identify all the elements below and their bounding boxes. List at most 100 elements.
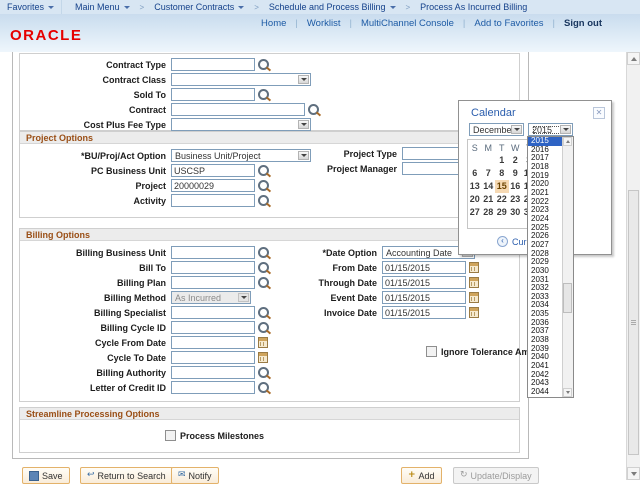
calendar-icon[interactable] bbox=[469, 277, 479, 288]
chevron-down-icon[interactable] bbox=[560, 125, 571, 134]
cycle-to-date-field[interactable] bbox=[171, 351, 255, 364]
calendar-day[interactable]: 9 bbox=[509, 167, 523, 180]
header-link-2[interactable]: MultiChannel Console bbox=[361, 18, 454, 29]
chevron-down-icon bbox=[124, 6, 130, 9]
calendar-day[interactable]: 15 bbox=[495, 180, 509, 193]
update-display-button[interactable]: ↻ Update/Display bbox=[453, 467, 539, 484]
sold-to-field[interactable] bbox=[171, 88, 255, 101]
invoice-date-field[interactable] bbox=[382, 306, 466, 319]
process-milestones-checkbox[interactable] bbox=[165, 430, 176, 441]
sign-out-link[interactable]: Sign out bbox=[564, 18, 602, 29]
lookup-icon[interactable] bbox=[308, 104, 319, 115]
form-row: Billing Authority bbox=[20, 365, 519, 380]
month-select[interactable]: December bbox=[469, 123, 524, 136]
lookup-icon[interactable] bbox=[258, 89, 269, 100]
save-button[interactable]: Save bbox=[22, 467, 70, 484]
ignore-tolerance-checkbox[interactable] bbox=[426, 346, 437, 357]
scrollbar-thumb[interactable] bbox=[628, 190, 639, 455]
billing-authority-field[interactable] bbox=[171, 366, 255, 379]
lookup-icon[interactable] bbox=[258, 322, 269, 333]
year-option[interactable]: 2044 bbox=[528, 388, 563, 397]
scroll-up-button[interactable] bbox=[627, 52, 640, 65]
lookup-icon[interactable] bbox=[258, 307, 269, 318]
calendar-day[interactable]: 20 bbox=[468, 193, 482, 206]
return-to-search-button[interactable]: ↩ Return to Search bbox=[80, 467, 173, 484]
notify-button[interactable]: ✉ Notify bbox=[171, 467, 219, 484]
lookup-icon[interactable] bbox=[258, 59, 269, 70]
cost-plus-fee-type-select[interactable] bbox=[171, 118, 311, 131]
letter-of-credit-id-field[interactable] bbox=[171, 381, 255, 394]
calendar-day[interactable]: 1 bbox=[495, 154, 509, 167]
year-scrollbar-thumb[interactable] bbox=[563, 283, 572, 313]
lookup-icon[interactable] bbox=[258, 367, 269, 378]
calendar-day[interactable]: 8 bbox=[495, 167, 509, 180]
lookup-icon[interactable] bbox=[258, 262, 269, 273]
calendar-day[interactable]: 16 bbox=[509, 180, 523, 193]
calendar-icon[interactable] bbox=[469, 262, 479, 273]
calendar-day[interactable]: 30 bbox=[509, 206, 523, 219]
event-date-field[interactable] bbox=[382, 291, 466, 304]
lookup-icon[interactable] bbox=[258, 277, 269, 288]
calendar-day[interactable]: 6 bbox=[468, 167, 482, 180]
pc-business-unit-field[interactable] bbox=[171, 164, 255, 177]
lookup-icon[interactable] bbox=[258, 180, 269, 191]
vertical-scrollbar[interactable] bbox=[626, 52, 640, 480]
lookup-icon[interactable] bbox=[258, 247, 269, 258]
calendar-day[interactable]: 13 bbox=[468, 180, 482, 193]
year-select[interactable]: 2015 bbox=[528, 123, 573, 136]
year-list-scrollbar[interactable] bbox=[562, 137, 573, 397]
bill-to-field[interactable] bbox=[171, 261, 255, 274]
field-label: Invoice Date bbox=[300, 308, 380, 318]
field-label: Billing Business Unit bbox=[20, 248, 169, 258]
contract-field[interactable] bbox=[171, 103, 305, 116]
calendar-day[interactable]: 2 bbox=[509, 154, 523, 167]
calendar-day[interactable]: 23 bbox=[509, 193, 523, 206]
year-scroll-up-button[interactable] bbox=[563, 137, 572, 146]
project-field[interactable] bbox=[171, 179, 255, 192]
calendar-day[interactable]: 28 bbox=[482, 206, 496, 219]
calendar-day[interactable]: 27 bbox=[468, 206, 482, 219]
billing-plan-field[interactable] bbox=[171, 276, 255, 289]
lookup-icon[interactable] bbox=[258, 195, 269, 206]
header-link-3[interactable]: Add to Favorites bbox=[474, 18, 543, 29]
header-link-0[interactable]: Home bbox=[261, 18, 286, 29]
calendar-icon[interactable] bbox=[258, 352, 268, 363]
through-date-field[interactable] bbox=[382, 276, 466, 289]
chevron-down-icon[interactable] bbox=[511, 125, 522, 134]
chevron-down-icon[interactable] bbox=[298, 75, 309, 84]
header-link-1[interactable]: Worklist bbox=[307, 18, 341, 29]
calendar-icon[interactable] bbox=[469, 307, 479, 318]
page-header: ORACLE Home|Worklist|MultiChannel Consol… bbox=[0, 14, 640, 52]
chevron-down-icon[interactable] bbox=[298, 120, 309, 129]
from-date-field[interactable] bbox=[382, 261, 466, 274]
calendar-icon[interactable] bbox=[469, 292, 479, 303]
year-scroll-down-button[interactable] bbox=[563, 388, 572, 397]
billing-cycle-id-field[interactable] bbox=[171, 321, 255, 334]
lookup-icon[interactable] bbox=[258, 382, 269, 393]
breadcrumb-item-1[interactable]: Main Menu bbox=[68, 0, 137, 14]
breadcrumb-item-3[interactable]: Schedule and Process Billing bbox=[262, 0, 403, 14]
calendar-day[interactable]: 7 bbox=[482, 167, 496, 180]
close-icon[interactable]: ✕ bbox=[593, 107, 605, 119]
calendar-icon[interactable] bbox=[258, 337, 268, 348]
contract-class-select[interactable] bbox=[171, 73, 311, 86]
calendar-day[interactable]: 22 bbox=[495, 193, 509, 206]
chevron-down-icon bbox=[238, 293, 249, 302]
billing-specialist-field[interactable] bbox=[171, 306, 255, 319]
billing-business-unit-field[interactable] bbox=[171, 246, 255, 259]
contract-type-field[interactable] bbox=[171, 58, 255, 71]
calendar-day[interactable]: 14 bbox=[482, 180, 496, 193]
field-label: Project bbox=[20, 181, 169, 191]
cycle-from-date-field[interactable] bbox=[171, 336, 255, 349]
scroll-down-button[interactable] bbox=[627, 467, 640, 480]
calendar-day[interactable]: 21 bbox=[482, 193, 496, 206]
activity-field[interactable] bbox=[171, 194, 255, 207]
field-label: *BU/Proj/Act Option bbox=[20, 151, 169, 161]
bu-proj-act-option-select[interactable]: Business Unit/Project bbox=[171, 149, 311, 162]
lookup-icon[interactable] bbox=[258, 165, 269, 176]
breadcrumb-item-2[interactable]: Customer Contracts bbox=[147, 0, 251, 14]
breadcrumb-item-0[interactable]: Favorites bbox=[0, 0, 62, 14]
calendar-day[interactable]: 29 bbox=[495, 206, 509, 219]
add-button[interactable]: + Add bbox=[401, 467, 442, 484]
breadcrumb-item-4[interactable]: Process As Incurred Billing bbox=[413, 0, 534, 14]
